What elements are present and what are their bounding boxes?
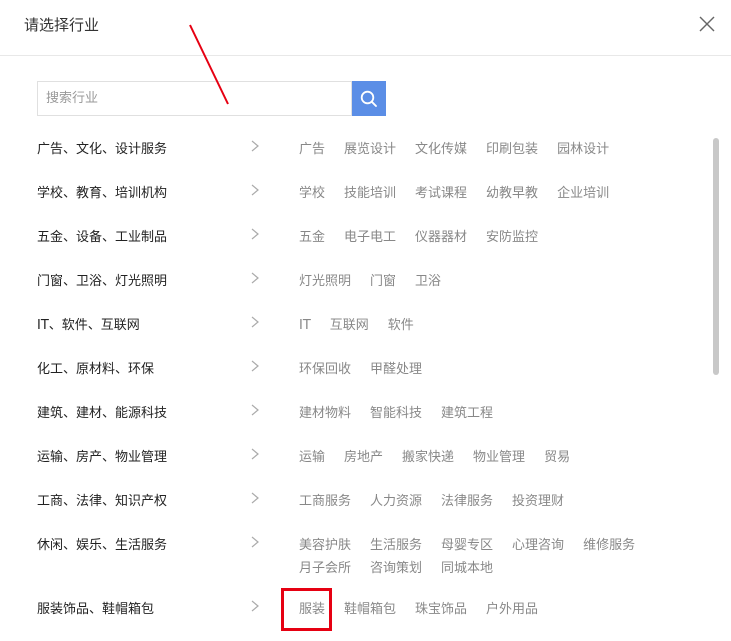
chevron-right-icon xyxy=(251,228,259,240)
subcategory-tag[interactable]: 运输 xyxy=(299,447,325,468)
dialog-title: 请选择行业 xyxy=(24,16,100,34)
category-row: 运输、房产、物业管理 运输 房地产 搬家快递 物业管理 贸易 xyxy=(0,432,710,476)
subcategory-tag[interactable]: 软件 xyxy=(388,315,414,336)
subcategory-tag[interactable]: 文化传媒 xyxy=(415,139,467,160)
chevron-right-icon xyxy=(251,536,259,548)
chevron-right-icon xyxy=(251,448,259,460)
subcategory-tag[interactable]: 灯光照明 xyxy=(299,271,351,292)
subcategory-list: 运输 房地产 搬家快递 物业管理 贸易 xyxy=(299,445,679,468)
industry-list: 广告、文化、设计服务 广告 展览设计 文化传媒 印刷包装 园林设计 学校、教育、培训机构… xyxy=(0,124,710,628)
subcategory-tag[interactable]: 心理咨询 xyxy=(512,535,564,556)
subcategory-tag[interactable]: 考试课程 xyxy=(415,183,467,204)
category-name[interactable]: 门窗、卫浴、灯光照明 xyxy=(37,270,167,289)
subcategory-list: 美容护肤 生活服务 母婴专区 心理咨询 维修服务月子会所 咨询策划 同城本地 xyxy=(299,533,679,579)
subcategory-tag[interactable]: 幼教早教 xyxy=(486,183,538,204)
category-row: 工商、法律、知识产权 工商服务 人力资源 法律服务 投资理财 xyxy=(0,476,710,520)
subcategory-tag[interactable]: 学校 xyxy=(299,183,325,204)
category-name[interactable]: 学校、教育、培训机构 xyxy=(37,182,167,201)
chevron-right-icon xyxy=(251,140,259,152)
subcategory-tag[interactable]: 展览设计 xyxy=(344,139,396,160)
subcategory-list: 建材物料 智能科技 建筑工程 xyxy=(299,401,679,424)
subcategory-tag[interactable]: 建筑工程 xyxy=(441,403,493,424)
subcategory-tag[interactable]: 投资理财 xyxy=(512,491,564,512)
category-row: 学校、教育、培训机构 学校 技能培训 考试课程 幼教早教 企业培训 xyxy=(0,168,710,212)
category-name[interactable]: 休闲、娱乐、生活服务 xyxy=(37,534,167,553)
chevron-right-icon xyxy=(251,360,259,372)
subcategory-tag[interactable]: 技能培训 xyxy=(344,183,396,204)
subcategory-tag[interactable]: 搬家快递 xyxy=(402,447,454,468)
subcategory-tag[interactable]: 服装 xyxy=(299,599,325,620)
close-icon xyxy=(699,16,715,32)
category-name[interactable]: 广告、文化、设计服务 xyxy=(37,138,167,157)
subcategory-tag[interactable]: 人力资源 xyxy=(370,491,422,512)
subcategory-tag[interactable]: 企业培训 xyxy=(557,183,609,204)
category-row: 服装饰品、鞋帽箱包 服装 鞋帽箱包 珠宝饰品 户外用品 xyxy=(0,584,710,628)
subcategory-tag[interactable]: 咨询策划 xyxy=(370,558,422,579)
subcategory-tag[interactable]: 母婴专区 xyxy=(441,535,493,556)
subcategory-list: IT 互联网 软件 xyxy=(299,313,679,336)
subcategory-tag[interactable]: 仪器器材 xyxy=(415,227,467,248)
category-name[interactable]: 服装饰品、鞋帽箱包 xyxy=(37,598,154,617)
chevron-right-icon xyxy=(251,404,259,416)
subcategory-tag[interactable]: 甲醛处理 xyxy=(370,359,422,380)
category-name[interactable]: 工商、法律、知识产权 xyxy=(37,490,167,509)
subcategory-tag[interactable]: 贸易 xyxy=(544,447,570,468)
chevron-right-icon xyxy=(251,272,259,284)
search-icon xyxy=(360,90,377,107)
subcategory-tag[interactable]: 生活服务 xyxy=(370,535,422,556)
subcategory-list: 五金 电子电工 仪器器材 安防监控 xyxy=(299,225,679,248)
search-input[interactable] xyxy=(37,81,352,116)
subcategory-tag[interactable]: 园林设计 xyxy=(557,139,609,160)
subcategory-list: 环保回收 甲醛处理 xyxy=(299,357,679,380)
subcategory-list: 灯光照明 门窗 卫浴 xyxy=(299,269,679,292)
close-button[interactable] xyxy=(697,14,717,34)
subcategory-tag[interactable]: 互联网 xyxy=(330,315,369,336)
subcategory-list: 学校 技能培训 考试课程 幼教早教 企业培训 xyxy=(299,181,679,204)
scrollbar-thumb[interactable] xyxy=(713,138,719,375)
category-name[interactable]: 建筑、建材、能源科技 xyxy=(37,402,167,421)
category-name[interactable]: 五金、设备、工业制品 xyxy=(37,226,167,245)
category-row: 五金、设备、工业制品 五金 电子电工 仪器器材 安防监控 xyxy=(0,212,710,256)
category-name[interactable]: IT、软件、互联网 xyxy=(37,314,140,333)
subcategory-tag[interactable]: 智能科技 xyxy=(370,403,422,424)
search-button[interactable] xyxy=(352,81,386,116)
subcategory-tag[interactable]: 鞋帽箱包 xyxy=(344,599,396,620)
chevron-right-icon xyxy=(251,600,259,612)
subcategory-tag[interactable]: 建材物料 xyxy=(299,403,351,424)
subcategory-tag[interactable]: 物业管理 xyxy=(473,447,525,468)
subcategory-tag[interactable]: 户外用品 xyxy=(486,599,538,620)
subcategory-tag[interactable]: 美容护肤 xyxy=(299,535,351,556)
subcategory-tag[interactable]: 印刷包装 xyxy=(486,139,538,160)
subcategory-tag[interactable]: 安防监控 xyxy=(486,227,538,248)
category-row: 化工、原材料、环保 环保回收 甲醛处理 xyxy=(0,344,710,388)
chevron-right-icon xyxy=(251,184,259,196)
subcategory-tag[interactable]: 环保回收 xyxy=(299,359,351,380)
subcategory-tag[interactable]: 广告 xyxy=(299,139,325,160)
category-row: 建筑、建材、能源科技 建材物料 智能科技 建筑工程 xyxy=(0,388,710,432)
subcategory-tag[interactable]: 维修服务 xyxy=(583,535,635,556)
subcategory-tag[interactable]: 珠宝饰品 xyxy=(415,599,467,620)
category-name[interactable]: 化工、原材料、环保 xyxy=(37,358,154,377)
subcategory-tag[interactable]: 法律服务 xyxy=(441,491,493,512)
dialog-header: 请选择行业 xyxy=(0,0,731,56)
chevron-right-icon xyxy=(251,316,259,328)
subcategory-tag[interactable]: 房地产 xyxy=(344,447,383,468)
subcategory-tag[interactable]: 月子会所 xyxy=(299,558,351,579)
subcategory-tag[interactable]: 五金 xyxy=(299,227,325,248)
category-row: 门窗、卫浴、灯光照明 灯光照明 门窗 卫浴 xyxy=(0,256,710,300)
subcategory-list: 广告 展览设计 文化传媒 印刷包装 园林设计 xyxy=(299,137,679,160)
category-row: 休闲、娱乐、生活服务 美容护肤 生活服务 母婴专区 心理咨询 维修服务月子会所 咨询策划同… xyxy=(0,520,710,584)
category-row: 广告、文化、设计服务 广告 展览设计 文化传媒 印刷包装 园林设计 xyxy=(0,124,710,168)
chevron-right-icon xyxy=(251,492,259,504)
subcategory-tag[interactable]: 工商服务 xyxy=(299,491,351,512)
category-name[interactable]: 运输、房产、物业管理 xyxy=(37,446,167,465)
subcategory-tag[interactable]: IT xyxy=(299,315,311,336)
subcategory-tag[interactable]: 电子电工 xyxy=(344,227,396,248)
subcategory-list: 服装 鞋帽箱包 珠宝饰品 户外用品 xyxy=(299,597,679,620)
subcategory-tag[interactable]: 门窗 xyxy=(370,271,396,292)
subcategory-tag[interactable]: 卫浴 xyxy=(415,271,441,292)
subcategory-tag[interactable]: 同城本地 xyxy=(441,558,493,579)
subcategory-list: 工商服务 人力资源 法律服务 投资理财 xyxy=(299,489,679,512)
category-row: IT、软件、互联网 IT 互联网 软件 xyxy=(0,300,710,344)
